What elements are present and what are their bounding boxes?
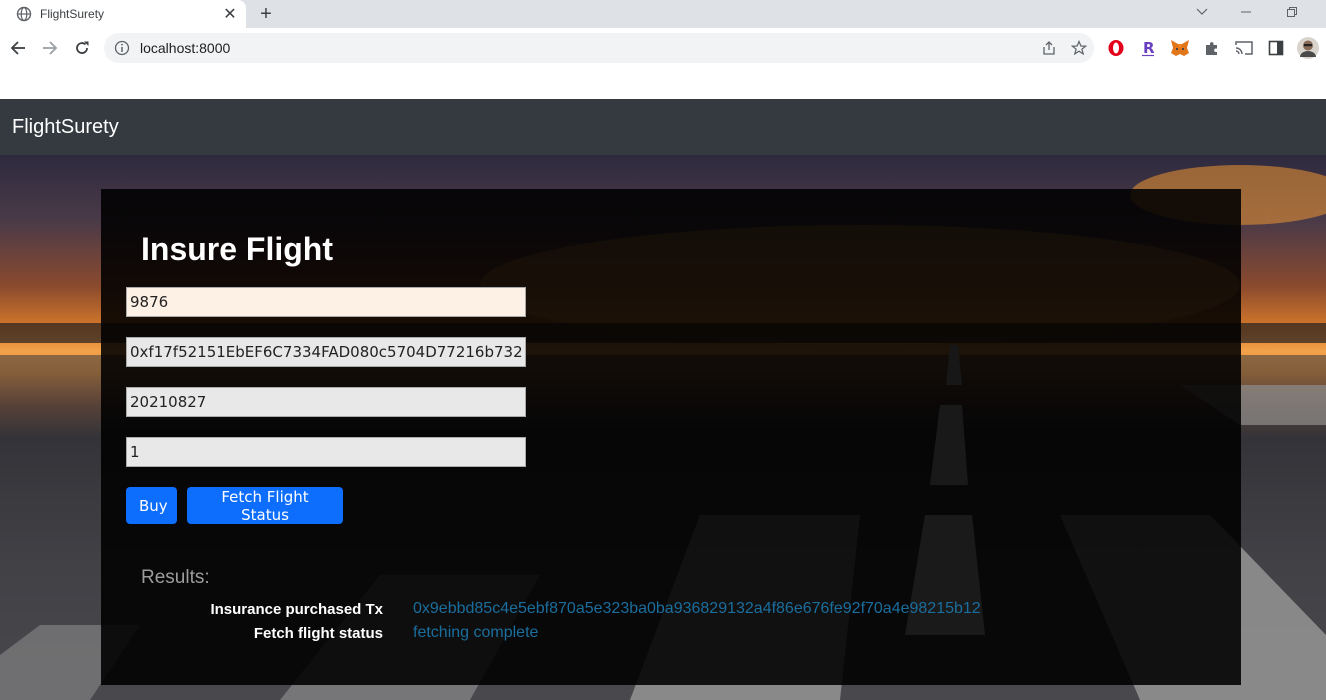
insure-flight-panel: Insure Flight Buy Fetch Flight Status Re…: [101, 189, 1241, 685]
globe-icon: [16, 6, 32, 22]
results-heading: Results:: [141, 567, 210, 588]
info-icon[interactable]: [114, 40, 130, 56]
cast-icon[interactable]: [1230, 34, 1258, 62]
plus-icon[interactable]: +: [254, 2, 278, 26]
opera-icon[interactable]: [1102, 34, 1130, 62]
forward-icon[interactable]: [36, 34, 64, 62]
result-label: Fetch flight status: [253, 625, 383, 642]
result-label: Insurance purchased Tx: [210, 601, 383, 618]
star-icon[interactable]: [1064, 33, 1094, 63]
url-text: localhost:8000: [140, 40, 231, 56]
flight-number-input[interactable]: [126, 287, 526, 317]
result-value: fetching complete: [413, 624, 539, 641]
back-icon[interactable]: [4, 34, 32, 62]
buy-button[interactable]: Buy: [126, 487, 177, 524]
close-icon[interactable]: ✕: [218, 2, 242, 26]
minimize-icon[interactable]: [1226, 0, 1266, 24]
result-value: 0x9ebbd85c4e5ebf870a5e323ba0ba936829132a…: [413, 600, 981, 617]
sidepanel-icon[interactable]: [1262, 34, 1290, 62]
profile-avatar[interactable]: [1294, 34, 1322, 62]
amount-input[interactable]: [126, 437, 526, 467]
page-title: Insure Flight: [141, 231, 333, 267]
navbar: FlightSurety: [0, 99, 1326, 155]
reload-icon[interactable]: [68, 34, 96, 62]
browser-tabstrip: FlightSurety ✕ +: [0, 0, 1326, 28]
navbar-brand[interactable]: FlightSurety: [12, 116, 119, 139]
browser-tab[interactable]: FlightSurety ✕: [0, 0, 246, 28]
fetch-flight-status-button[interactable]: Fetch Flight Status: [187, 487, 343, 524]
flight-date-input[interactable]: [126, 387, 526, 417]
airline-address-input[interactable]: [126, 337, 526, 367]
restore-icon[interactable]: [1272, 0, 1312, 24]
chevron-down-icon[interactable]: [1182, 0, 1222, 24]
r-extension-icon[interactable]: R: [1134, 34, 1162, 62]
tab-title: FlightSurety: [40, 7, 105, 21]
address-bar[interactable]: localhost:8000: [104, 33, 1094, 63]
puzzle-icon[interactable]: [1198, 34, 1226, 62]
browser-toolbar: localhost:8000 R: [0, 28, 1326, 68]
page-top-space: [0, 68, 1326, 99]
share-icon[interactable]: [1034, 33, 1064, 63]
svg-text:R: R: [1143, 39, 1155, 57]
metamask-icon[interactable]: [1166, 34, 1194, 62]
